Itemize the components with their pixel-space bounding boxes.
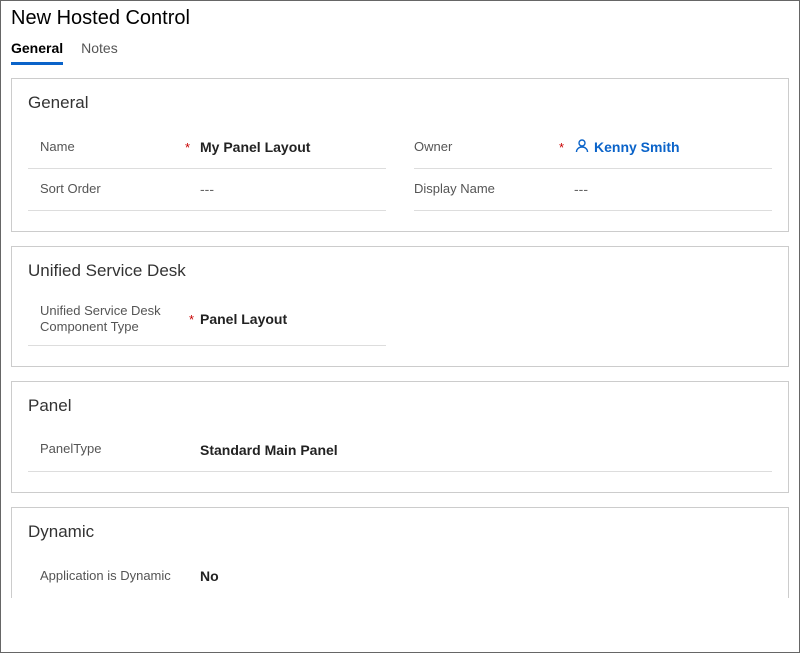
field-component-type[interactable]: Unified Service Desk Component Type * Pa… xyxy=(28,295,386,346)
label-is-dynamic: Application is Dynamic xyxy=(28,568,171,584)
section-dynamic-title: Dynamic xyxy=(28,522,772,542)
label-owner: Owner xyxy=(414,139,452,155)
field-panel-type[interactable]: PanelType * Standard Main Panel xyxy=(28,430,772,472)
field-sort-order[interactable]: Sort Order * --- xyxy=(28,169,386,211)
label-sort-order: Sort Order xyxy=(28,181,101,197)
value-name: My Panel Layout xyxy=(200,139,310,155)
value-display-name: --- xyxy=(574,181,588,197)
section-panel-title: Panel xyxy=(28,396,772,416)
person-icon xyxy=(574,138,590,157)
tab-general[interactable]: General xyxy=(11,40,63,65)
section-dynamic: Dynamic Application is Dynamic * No xyxy=(11,507,789,598)
value-is-dynamic: No xyxy=(200,568,219,584)
page-title: New Hosted Control xyxy=(11,7,789,30)
section-general-title: General xyxy=(28,93,772,113)
owner-name: Kenny Smith xyxy=(594,139,680,155)
required-indicator: * xyxy=(456,140,574,155)
value-sort-order: --- xyxy=(200,181,214,197)
section-usd: Unified Service Desk Unified Service Des… xyxy=(11,246,789,367)
label-display-name: Display Name xyxy=(414,181,495,197)
tab-bar: General Notes xyxy=(11,40,789,66)
value-owner[interactable]: Kenny Smith xyxy=(574,138,680,157)
value-component-type: Panel Layout xyxy=(200,311,287,327)
value-panel-type: Standard Main Panel xyxy=(200,442,338,458)
label-name: Name xyxy=(28,139,75,155)
field-is-dynamic[interactable]: Application is Dynamic * No xyxy=(28,556,386,598)
label-panel-type: PanelType xyxy=(28,441,101,457)
required-indicator: * xyxy=(79,140,200,155)
field-name[interactable]: Name * My Panel Layout xyxy=(28,127,386,169)
required-indicator: * xyxy=(189,312,200,327)
section-usd-title: Unified Service Desk xyxy=(28,261,772,281)
label-component-type: Unified Service Desk Component Type xyxy=(28,303,185,336)
field-owner[interactable]: Owner * Kenny Smith xyxy=(414,127,772,169)
section-general: General Name * My Panel Layout Sort Orde… xyxy=(11,78,789,232)
tab-notes[interactable]: Notes xyxy=(81,40,118,65)
section-panel: Panel PanelType * Standard Main Panel xyxy=(11,381,789,493)
field-display-name[interactable]: Display Name * --- xyxy=(414,169,772,211)
